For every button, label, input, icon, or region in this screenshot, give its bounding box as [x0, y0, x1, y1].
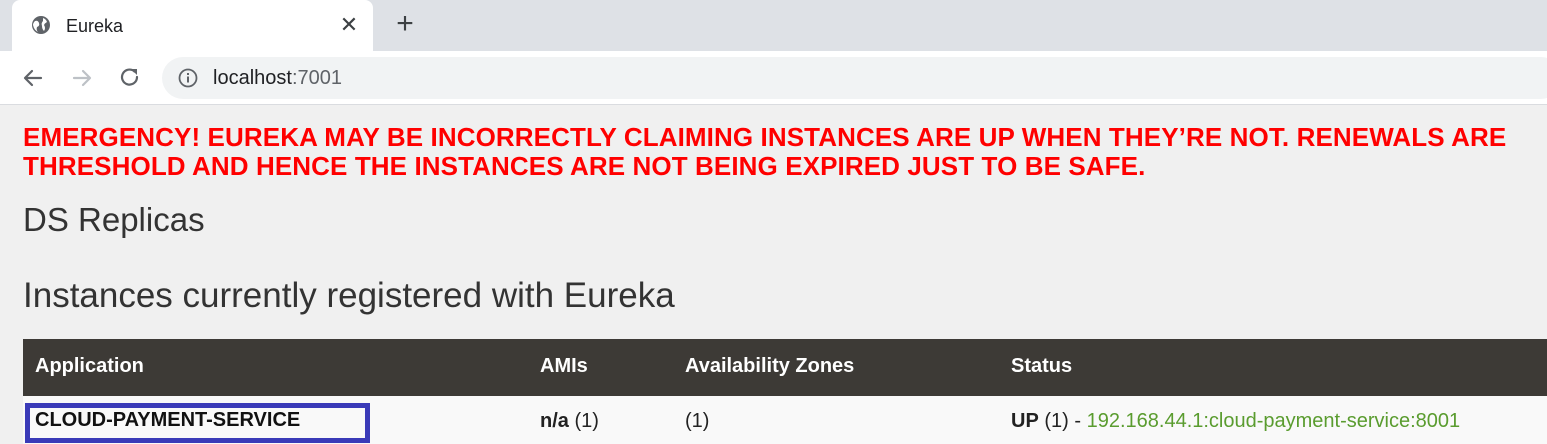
instances-table: Application AMIs Availability Zones Stat… [23, 339, 1547, 444]
globe-icon [32, 16, 50, 34]
info-icon[interactable] [178, 68, 198, 88]
eureka-page: EMERGENCY! EUREKA MAY BE INCORRECTLY CLA… [0, 106, 1547, 444]
table-header: Application AMIs Availability Zones Stat… [23, 339, 1547, 396]
url-text[interactable]: localhost:7001 [213, 67, 342, 89]
instances-heading: Instances currently registered with Eure… [23, 276, 675, 315]
status-label: UP [1011, 410, 1039, 432]
zones-cell: (1) [685, 410, 710, 432]
ds-replicas-heading: DS Replicas [23, 201, 205, 238]
close-tab-icon[interactable]: ✕ [338, 14, 360, 36]
browser-toolbar: localhost:7001 [0, 51, 1547, 105]
tab-strip: Eureka ✕ + [0, 0, 1547, 51]
amis-count: (1) [574, 410, 599, 432]
address-bar[interactable]: localhost:7001 [162, 57, 1547, 99]
header-status: Status [1011, 355, 1073, 377]
url-port: :7001 [291, 67, 342, 89]
tab-title: Eureka [66, 16, 124, 36]
new-tab-button[interactable]: + [392, 9, 418, 39]
back-arrow-icon[interactable] [20, 65, 46, 91]
amis-value: n/a [540, 410, 569, 432]
status-count: (1) - [1044, 410, 1082, 432]
emergency-line-1: EMERGENCY! EUREKA MAY BE INCORRECTLY CLA… [23, 122, 1507, 152]
url-host: localhost [213, 67, 292, 89]
amis-cell: n/a (1) [540, 409, 599, 433]
emergency-warning: EMERGENCY! EUREKA MAY BE INCORRECTLY CLA… [23, 123, 1547, 181]
header-availability-zones: Availability Zones [685, 355, 855, 377]
header-amis: AMIs [540, 355, 588, 377]
header-application: Application [35, 355, 144, 377]
reload-icon[interactable] [117, 65, 143, 91]
instance-link[interactable]: 192.168.44.1:cloud-payment-service:8001 [1087, 410, 1461, 432]
browser-tab[interactable]: Eureka ✕ [12, 0, 373, 51]
forward-arrow-icon[interactable] [69, 65, 95, 91]
status-cell: UP (1) - 192.168.44.1:cloud-payment-serv… [1011, 409, 1460, 433]
application-name: CLOUD-PAYMENT-SERVICE [35, 409, 301, 431]
emergency-line-2: THRESHOLD AND HENCE THE INSTANCES ARE NO… [23, 151, 1146, 181]
table-row: CLOUD-PAYMENT-SERVICE n/a (1) (1) UP (1)… [23, 396, 1547, 444]
